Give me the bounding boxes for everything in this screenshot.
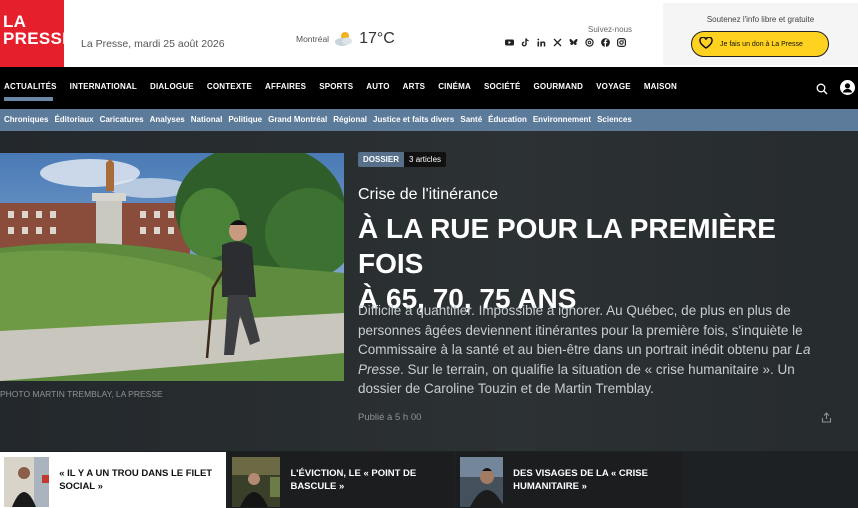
story-lede: Difficile à quantifier. Impossible à ign… — [358, 301, 828, 399]
subnav-item-sante[interactable]: Santé — [460, 115, 482, 124]
donate-button-label: Je fais un don à La Presse — [720, 40, 803, 48]
subnav-item-education[interactable]: Éducation — [488, 115, 527, 124]
primary-nav: ACTUALITÉS INTERNATIONAL DIALOGUE CONTEX… — [0, 67, 858, 109]
subnav-item-editoriaux[interactable]: Éditoriaux — [54, 115, 93, 124]
logo-line-1: LA — [3, 12, 27, 31]
dossier-badge[interactable]: DOSSIER 3 articles — [358, 152, 447, 167]
nav-item-maison[interactable]: MAISON — [644, 82, 677, 91]
nav-item-sports[interactable]: SPORTS — [319, 82, 353, 91]
subnav-item-national[interactable]: National — [191, 115, 223, 124]
lede-text-1: Difficile à quantifier. Impossible à ign… — [358, 303, 803, 357]
facebook-icon[interactable] — [601, 38, 610, 47]
nav-item-societe[interactable]: SOCIÉTÉ — [484, 82, 521, 91]
social-links — [505, 38, 627, 48]
nav-active-indicator — [4, 97, 53, 101]
photo-caption: PHOTO MARTIN TREMBLAY, LA PRESSE — [0, 389, 163, 399]
featured-story: PHOTO MARTIN TREMBLAY, LA PRESSE DOSSIER… — [0, 131, 858, 451]
la-presse-logo[interactable]: LA PRESSE — [0, 0, 74, 67]
subnav-item-chroniques[interactable]: Chroniques — [4, 115, 48, 124]
secondary-nav: Chroniques Éditoriaux Caricatures Analys… — [0, 109, 858, 131]
linkedin-icon[interactable] — [537, 38, 546, 47]
share-icon[interactable] — [821, 410, 832, 423]
bluesky-icon[interactable] — [569, 38, 578, 47]
nav-item-actualites[interactable]: ACTUALITÉS — [4, 82, 57, 91]
nav-item-affaires[interactable]: AFFAIRES — [265, 82, 306, 91]
subnav-item-analyses[interactable]: Analyses — [150, 115, 185, 124]
weather-temperature: 17°C — [359, 30, 395, 47]
subnav-item-regional[interactable]: Régional — [333, 115, 367, 124]
subnav-item-sciences[interactable]: Sciences — [597, 115, 632, 124]
partly-cloudy-icon — [334, 30, 354, 48]
instagram-icon[interactable] — [617, 38, 627, 48]
nav-item-auto[interactable]: AUTO — [366, 82, 389, 91]
support-box: Soutenez l'info libre et gratuite Je fai… — [663, 3, 858, 65]
related-article[interactable]: « IL Y A UN TROU DANS LE FILET SOCIAL » — [0, 452, 226, 508]
nav-item-contexte[interactable]: CONTEXTE — [207, 82, 252, 91]
threads-icon[interactable] — [585, 38, 594, 47]
site-header: LA PRESSE La Presse, mardi 25 août 2026 … — [0, 0, 858, 67]
x-icon[interactable] — [553, 38, 562, 47]
published-time: Publié à 5 h 00 — [358, 412, 422, 423]
nav-item-voyage[interactable]: VOYAGE — [596, 82, 631, 91]
subnav-item-justice[interactable]: Justice et faits divers — [373, 115, 454, 124]
weather-widget[interactable]: Montréal 17°C — [296, 30, 395, 48]
related-thumbnail — [460, 456, 504, 507]
related-title: L'ÉVICTION, LE « POINT DE BASCULE » — [290, 468, 417, 492]
related-title: DES VISAGES DE LA « CRISE HUMANITAIRE » — [513, 468, 648, 492]
support-label: Soutenez l'info libre et gratuite — [706, 15, 815, 24]
related-article[interactable]: L'ÉVICTION, LE « POINT DE BASCULE » — [228, 452, 454, 508]
related-article[interactable]: DES VISAGES DE LA « CRISE HUMANITAIRE » — [456, 452, 682, 508]
dateline: La Presse, mardi 25 août 2026 — [81, 38, 225, 50]
nav-item-dialogue[interactable]: DIALOGUE — [150, 82, 194, 91]
headline-line-1: À LA RUE POUR LA PREMIÈRE FOIS — [358, 213, 776, 279]
nav-item-cinema[interactable]: CINÉMA — [438, 82, 471, 91]
subnav-item-environnement[interactable]: Environnement — [533, 115, 591, 124]
article-count: 3 articles — [404, 152, 447, 167]
related-thumbnail — [4, 456, 50, 507]
nav-item-arts[interactable]: ARTS — [403, 82, 426, 91]
follow-us-label: Suivez-nous — [588, 25, 633, 34]
donate-button[interactable]: Je fais un don à La Presse — [691, 31, 829, 57]
related-title: « IL Y A UN TROU DANS LE FILET SOCIAL » — [59, 468, 213, 492]
weather-city: Montréal — [296, 34, 330, 44]
tiktok-icon[interactable] — [521, 38, 530, 47]
dossier-tag: DOSSIER — [358, 152, 405, 167]
search-icon[interactable] — [816, 82, 828, 95]
related-thumbnail — [232, 456, 281, 507]
subnav-item-caricatures[interactable]: Caricatures — [100, 115, 144, 124]
story-kicker: Crise de l'itinérance — [358, 186, 499, 203]
subnav-item-politique[interactable]: Politique — [228, 115, 262, 124]
subnav-item-grand-montreal[interactable]: Grand Montréal — [268, 115, 327, 124]
logo-line-2: PRESSE — [3, 29, 74, 48]
lede-text-2: . Sur le terrain, on qualifie la situati… — [358, 361, 795, 397]
youtube-icon[interactable] — [505, 38, 514, 47]
nav-item-gourmand[interactable]: GOURMAND — [534, 82, 584, 91]
nav-item-international[interactable]: INTERNATIONAL — [70, 82, 137, 91]
heart-icon — [699, 36, 713, 51]
user-icon[interactable] — [840, 80, 855, 95]
featured-photo[interactable] — [0, 153, 344, 381]
